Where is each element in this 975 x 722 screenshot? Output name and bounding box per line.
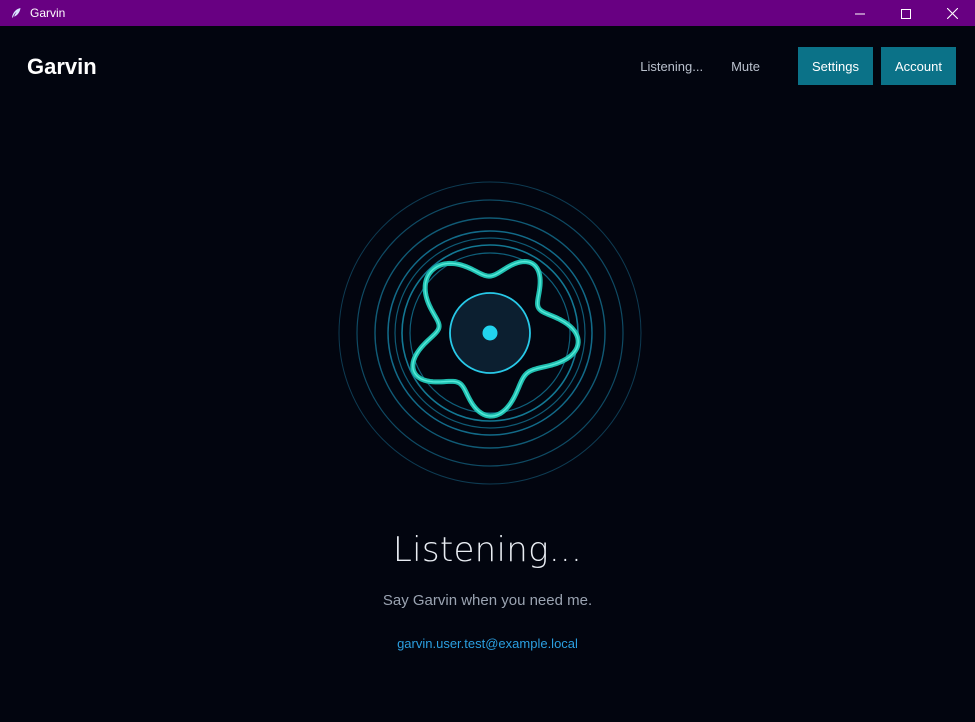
- mute-link[interactable]: Mute: [731, 59, 760, 74]
- voice-orb-icon: [338, 181, 642, 485]
- app-window: Garvin Garvin Listening... Mute Settings…: [0, 0, 975, 722]
- feather-icon: [9, 6, 23, 20]
- listening-status: Listening...: [392, 530, 583, 570]
- minimize-icon: [855, 4, 865, 23]
- header-nav: Listening... Mute Settings Account: [640, 47, 956, 85]
- listening-status-link[interactable]: Listening...: [640, 59, 703, 74]
- maximize-button[interactable]: [883, 0, 929, 26]
- close-button[interactable]: [929, 0, 975, 26]
- account-button[interactable]: Account: [881, 47, 956, 85]
- voice-visualizer: [338, 181, 642, 485]
- settings-button[interactable]: Settings: [798, 47, 873, 85]
- app-brand: Garvin: [27, 54, 97, 79]
- maximize-icon: [901, 4, 911, 23]
- wake-word-hint: Say Garvin when you need me.: [382, 592, 593, 609]
- account-email[interactable]: garvin.user.test@example.local: [0, 636, 975, 651]
- window-title: Garvin: [30, 6, 66, 20]
- title-bar: Garvin: [0, 0, 975, 26]
- close-icon: [946, 4, 958, 23]
- window-controls: [837, 0, 975, 26]
- minimize-button[interactable]: [837, 0, 883, 26]
- core-dot: [482, 325, 498, 341]
